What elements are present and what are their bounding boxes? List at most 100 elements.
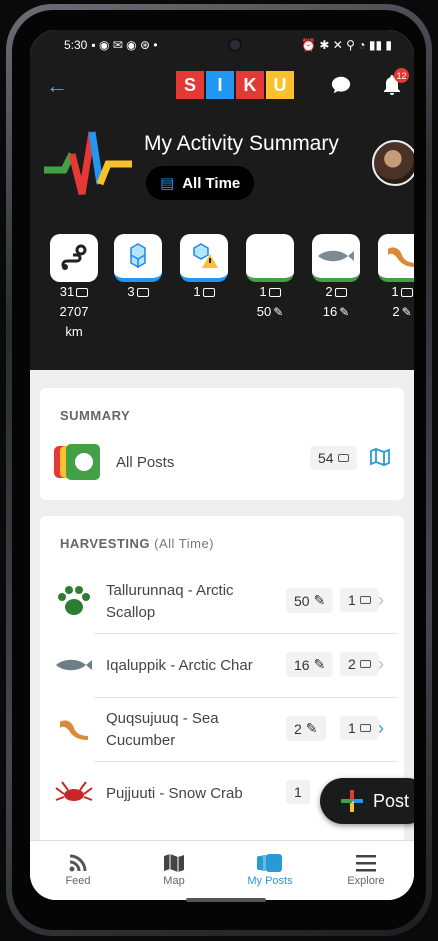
nav-my-posts[interactable]: My Posts [222, 841, 318, 900]
chevron-right-icon: › [378, 590, 384, 610]
logo-letter: I [206, 71, 234, 99]
tile-scallop[interactable]: 1 50 ✎ [244, 234, 296, 322]
tile-harvest-count: 50 [256, 304, 272, 319]
posts-icon [222, 851, 318, 875]
nav-label: Explore [347, 875, 385, 887]
back-arrow-icon[interactable]: ← [46, 73, 68, 99]
harvest-count: 2 ✎ [286, 716, 326, 741]
app-bar: ← S I K U 12 [30, 60, 414, 112]
home-indicator[interactable] [186, 898, 266, 902]
fish-icon [54, 648, 94, 682]
harvest-count-value: 16 [294, 656, 310, 673]
pencil-icon: ✎ [313, 656, 326, 672]
menu-icon [318, 851, 414, 875]
tile-count: 2 [325, 284, 333, 299]
status-time: 5:30 [64, 38, 88, 52]
post-button[interactable]: Post [320, 778, 414, 824]
chevron-right-icon: › [378, 654, 384, 674]
pencil-icon: ✎ [273, 305, 284, 319]
chat-icon[interactable] [330, 74, 352, 96]
map-icon[interactable] [370, 448, 390, 471]
route-icon [50, 234, 98, 282]
chevron-right-icon: › [378, 718, 384, 738]
pencil-icon: ✎ [305, 720, 318, 736]
logo-letter: K [236, 71, 264, 99]
nav-map[interactable]: Map [126, 841, 222, 900]
logo-letter: S [176, 71, 204, 99]
map-icon [126, 851, 222, 875]
posts-count-value: 2 [348, 656, 356, 672]
posts-icon [359, 596, 371, 604]
pencil-icon: ✎ [401, 305, 412, 319]
tile-count: 1 [391, 284, 399, 299]
posts-count: 1 [340, 716, 379, 740]
notification-badge: 12 [394, 68, 409, 83]
tile-ice-hazard[interactable]: 1 [178, 234, 230, 302]
tile-harvest-count: 16 [322, 304, 338, 319]
pencil-icon: ✎ [339, 305, 350, 319]
summary-heading: SUMMARY [60, 408, 131, 423]
time-filter-button[interactable]: ▤ All Time [146, 166, 255, 200]
logo-letter: U [266, 71, 294, 99]
tile-char[interactable]: 2 16 ✎ [310, 234, 362, 322]
harvest-count: 16 ✎ [286, 652, 334, 677]
all-posts-count-value: 54 [318, 450, 334, 466]
posts-icon [359, 660, 371, 668]
posts-icon [359, 724, 371, 732]
nav-explore[interactable]: Explore [318, 841, 414, 900]
harvest-count-value: 1 [294, 784, 302, 800]
list-item[interactable]: Quqsujuuq - Sea Cucumber 2 ✎ 1 › [40, 698, 404, 762]
tile-count: 3 [127, 284, 135, 299]
siku-logo: S I K U [176, 71, 294, 99]
avatar[interactable] [372, 140, 414, 186]
posts-stack-icon [54, 444, 100, 480]
tile-unit: km [65, 324, 83, 339]
all-posts-label: All Posts [116, 453, 175, 471]
tile-sea-cucumber[interactable]: 1 2 ✎ [376, 234, 414, 322]
phone-bezel: 5:30 ▪ ◉ ✉ ◉ ⊛ • ⏰ ✱ ✕ ⚲ ◔ ▮▮ ▮ ← S I K … [12, 10, 426, 930]
pencil-icon: ✎ [313, 592, 326, 608]
nav-feed[interactable]: Feed [30, 841, 126, 900]
tile-distance: 2707 [59, 304, 89, 319]
posts-count: 2 [340, 652, 379, 676]
tile-ice[interactable]: 3 [112, 234, 164, 302]
arctic-char-icon [312, 234, 360, 282]
bottom-nav: Feed Map My Posts Explore [30, 840, 414, 900]
time-filter-label: All Time [182, 174, 241, 192]
status-bar: 5:30 ▪ ◉ ✉ ◉ ⊛ • ⏰ ✱ ✕ ⚲ ◔ ▮▮ ▮ [30, 30, 414, 60]
ice-warning-icon [180, 234, 228, 282]
rss-icon [30, 851, 126, 875]
list-item[interactable]: Tallurunnaq - Arctic Scallop 50 ✎ 1 › [40, 570, 404, 634]
crab-icon [54, 776, 94, 810]
post-button-label: Post [372, 790, 410, 811]
all-posts-count: 54 [310, 446, 357, 470]
phone-frame: 5:30 ▪ ◉ ✉ ◉ ⊛ • ⏰ ✱ ✕ ⚲ ◔ ▮▮ ▮ ← S I K … [6, 4, 432, 936]
summary-card: SUMMARY All Posts 54 [40, 388, 404, 500]
harvest-count: 1 [286, 780, 310, 804]
harvest-species: Pujjuuti - Snow Crab [106, 785, 243, 802]
calendar-icon: ▤ [160, 175, 175, 192]
harvest-count: 50 ✎ [286, 588, 334, 613]
nav-label: Feed [65, 875, 91, 887]
sea-cucumber-icon [54, 712, 94, 746]
harvest-species: Iqaluppik - Arctic Char [106, 657, 253, 674]
harvesting-heading: HARVESTING (All Time) [40, 516, 404, 551]
tile-count: 1 [259, 284, 267, 299]
app-screen: 5:30 ▪ ◉ ✉ ◉ ⊛ • ⏰ ✱ ✕ ⚲ ◔ ▮▮ ▮ ← S I K … [30, 30, 414, 900]
posts-icon [337, 454, 349, 462]
tile-travel[interactable]: 31 2707 km [48, 234, 100, 342]
system-icons: ⏰ ✱ ✕ ⚲ ◔ ▮▮ ▮ [301, 38, 392, 52]
harvest-species: Tallurunnaq - Arctic Scallop [106, 582, 234, 621]
list-item[interactable]: Iqaluppik - Arctic Char 16 ✎ 2 › [40, 634, 404, 698]
paw-icon [54, 584, 94, 618]
nav-label: My Posts [247, 875, 293, 887]
all-posts-row[interactable]: All Posts [54, 442, 174, 482]
harvesting-period: (All Time) [154, 536, 215, 551]
posts-count: 1 [340, 588, 379, 612]
activity-pulse-logo [44, 131, 132, 195]
notifications-bell-icon[interactable]: 12 [380, 68, 409, 98]
tile-harvest-count: 2 [392, 304, 400, 319]
tile-count: 31 [59, 284, 75, 299]
posts-count-value: 1 [348, 592, 356, 608]
front-camera [228, 38, 242, 52]
